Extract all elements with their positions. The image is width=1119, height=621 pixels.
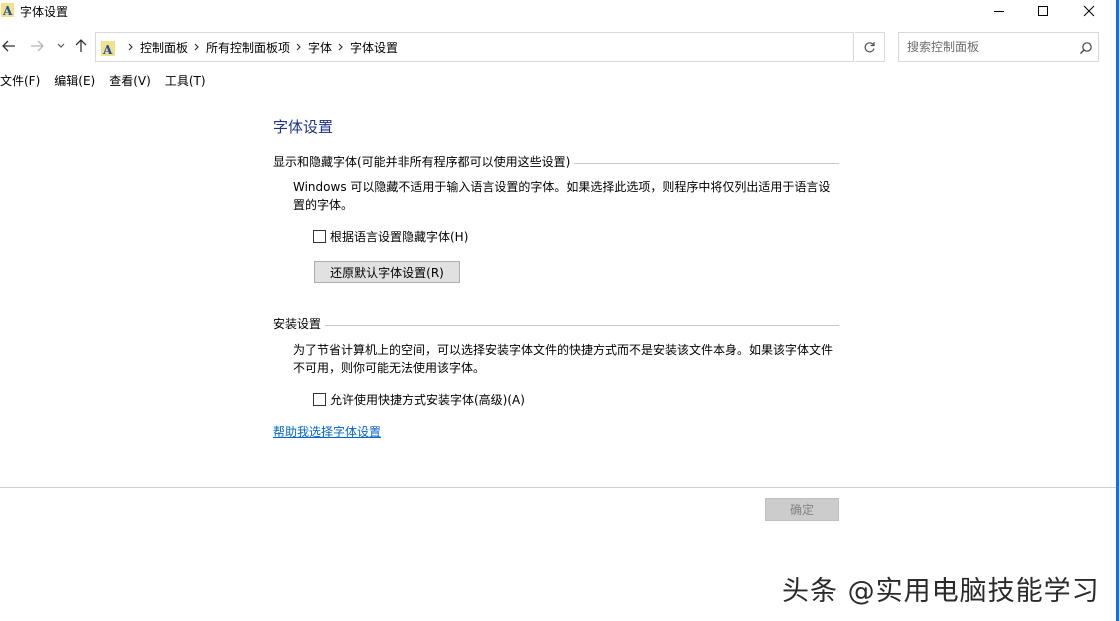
arrow-right-icon bbox=[31, 40, 44, 52]
search-input[interactable] bbox=[899, 33, 1069, 61]
font-app-icon: A bbox=[1, 2, 15, 18]
arrow-up-icon bbox=[75, 39, 87, 52]
menu-view[interactable]: 查看(V) bbox=[109, 72, 151, 90]
restore-default-fonts-button[interactable]: 还原默认字体设置(R) bbox=[314, 261, 460, 283]
hide-fonts-option[interactable]: 根据语言设置隐藏字体(H) bbox=[313, 228, 468, 245]
shortcut-install-option[interactable]: 允许使用快捷方式安装字体(高级)(A) bbox=[313, 391, 525, 408]
divider bbox=[325, 324, 839, 326]
section-header: 安装设置 bbox=[273, 317, 322, 331]
navigation-bar: A 控制面板 所有控制面板项 字体 字体设置 bbox=[0, 30, 1119, 63]
group-header-show-hide: 显示和隐藏字体(可能并非所有程序都可以使用这些设置) bbox=[273, 153, 839, 170]
svg-text:A: A bbox=[2, 4, 13, 18]
menu-file[interactable]: 文件(F) bbox=[0, 72, 40, 90]
chevron-right-icon[interactable] bbox=[332, 43, 350, 51]
hide-fonts-checkbox[interactable] bbox=[313, 230, 326, 243]
breadcrumb-control-panel[interactable]: 控制面板 bbox=[140, 39, 188, 56]
close-icon bbox=[1083, 5, 1095, 17]
refresh-icon bbox=[864, 41, 875, 52]
breadcrumb: 控制面板 所有控制面板项 字体 字体设置 bbox=[122, 33, 398, 61]
divider bbox=[574, 162, 839, 164]
svg-text:A: A bbox=[102, 43, 113, 57]
address-bar[interactable]: A 控制面板 所有控制面板项 字体 字体设置 bbox=[95, 32, 941, 62]
breadcrumb-font-settings[interactable]: 字体设置 bbox=[350, 39, 398, 56]
show-hide-description: Windows 可以隐藏不适用于输入语言设置的字体。如果选择此选项，则程序中将仅… bbox=[293, 180, 831, 212]
recent-locations-button[interactable] bbox=[55, 36, 67, 56]
chevron-right-icon[interactable] bbox=[290, 43, 308, 51]
forward-button[interactable] bbox=[28, 36, 46, 56]
watermark-text: 头条 @实用电脑技能学习 bbox=[782, 576, 1100, 607]
up-button[interactable] bbox=[72, 36, 90, 56]
font-folder-icon: A bbox=[100, 39, 116, 57]
shortcut-install-checkbox[interactable] bbox=[313, 393, 326, 406]
chevron-down-icon bbox=[57, 43, 65, 48]
chevron-right-icon[interactable] bbox=[122, 43, 140, 51]
chevron-right-icon[interactable] bbox=[188, 43, 206, 51]
search-box[interactable] bbox=[898, 32, 1099, 62]
page-title: 字体设置 bbox=[273, 118, 334, 136]
menu-bar: 文件(F) 编辑(E) 查看(V) 工具(T) bbox=[0, 72, 220, 90]
menu-edit[interactable]: 编辑(E) bbox=[54, 72, 95, 90]
checkbox-label[interactable]: 根据语言设置隐藏字体(H) bbox=[330, 228, 468, 245]
checkbox-label[interactable]: 允许使用快捷方式安装字体(高级)(A) bbox=[330, 391, 525, 408]
section-header: 显示和隐藏字体(可能并非所有程序都可以使用这些设置) bbox=[273, 155, 571, 169]
menu-tools[interactable]: 工具(T) bbox=[165, 72, 206, 90]
help-choose-font-settings-link[interactable]: 帮助我选择字体设置 bbox=[273, 423, 381, 440]
minimize-button[interactable] bbox=[976, 0, 1022, 22]
group-header-install: 安装设置 bbox=[273, 315, 839, 332]
install-description: 为了节省计算机上的空间，可以选择安装字体文件的快捷方式而不是安装该文件本身。如果… bbox=[293, 343, 834, 375]
back-button[interactable] bbox=[0, 36, 18, 56]
window-title: 字体设置 bbox=[20, 5, 69, 19]
title-bar: A 字体设置 bbox=[0, 0, 1119, 22]
footer-divider bbox=[0, 487, 1119, 488]
search-icon[interactable] bbox=[1079, 41, 1093, 55]
ok-button[interactable]: 确定 bbox=[765, 498, 839, 521]
breadcrumb-all-items[interactable]: 所有控制面板项 bbox=[206, 39, 290, 56]
close-button[interactable] bbox=[1066, 0, 1112, 22]
minimize-icon bbox=[994, 11, 1004, 12]
arrow-left-icon bbox=[2, 40, 15, 52]
maximize-button[interactable] bbox=[1020, 0, 1066, 22]
refresh-button[interactable] bbox=[855, 32, 885, 62]
maximize-icon bbox=[1038, 6, 1048, 16]
breadcrumb-fonts[interactable]: 字体 bbox=[308, 39, 332, 56]
